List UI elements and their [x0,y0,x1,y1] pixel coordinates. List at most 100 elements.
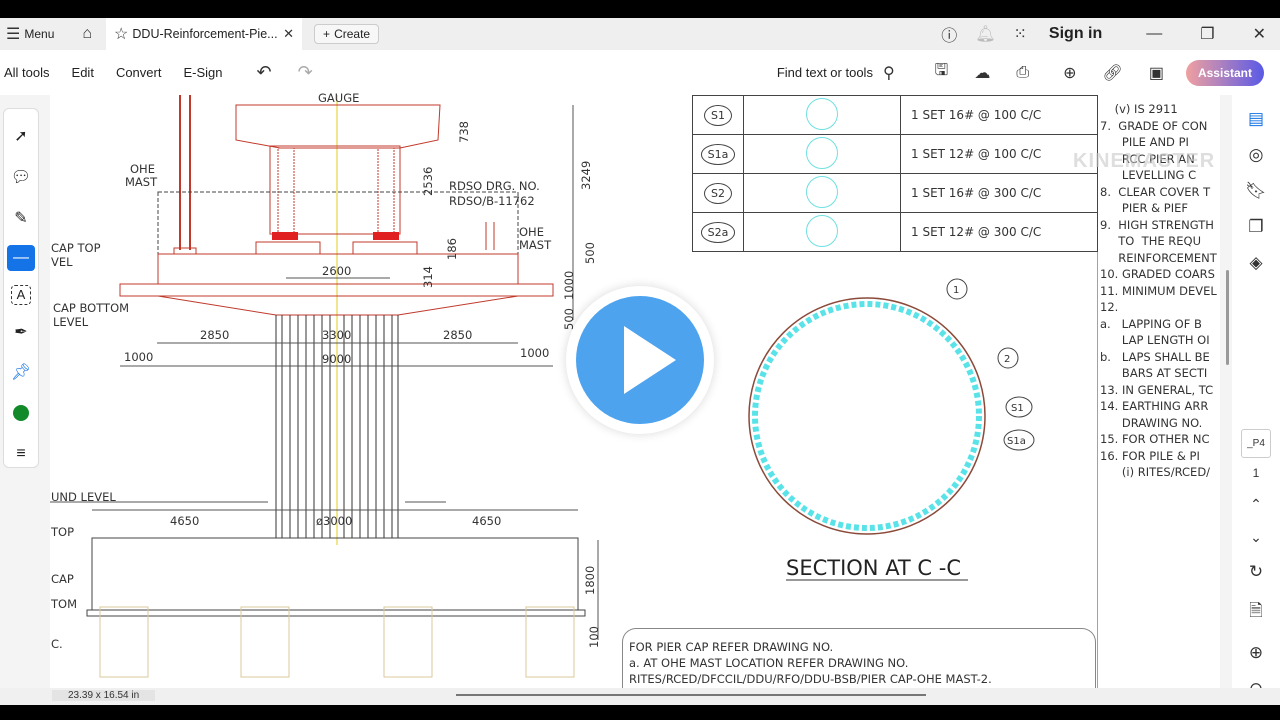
note-line: FOR PIER CAP REFER DRAWING NO. [629,640,834,654]
note-line: 16. FOR PILE & PI [1100,448,1200,463]
play-icon [624,326,676,394]
label-ground-level: UND LEVEL [51,490,116,504]
dim-2850-right: 2850 [443,328,472,342]
pin-icon[interactable]: 📌︎ [7,359,35,386]
note-line: (i) RITES/RCED/ [1100,465,1211,479]
revision-cloud-note: FOR PIER CAP REFER DRAWING NO. a. AT OHE… [622,628,1096,688]
note-line: PIER & PIEF [1100,201,1189,215]
dim-4650-right: 4650 [472,514,501,528]
video-play-button[interactable] [566,286,714,434]
note-line: b. LAPS SHALL BE [1100,349,1210,364]
dim-2850-left: 2850 [200,328,229,342]
label-ohe-mast-left: OHE [130,162,155,176]
page-down-icon[interactable]: ⌄ [1250,529,1262,546]
section-title: SECTION AT C -C [786,556,961,580]
dim-500-top: 500 [583,242,597,264]
label-ohe-mast-right-2: MAST [519,238,552,252]
note-line: REINFORCEMENT [1100,250,1217,265]
save-copy-icon[interactable]: 🗎 [1249,598,1263,627]
pile-cap [91,537,579,611]
note-line: TO THE REQU [1100,234,1201,248]
dim-1800: 1800 [583,566,597,595]
more-tools-icon[interactable]: ≡ [7,440,35,467]
bar-spec: 1 SET 16# @ 300 C/C [900,173,1098,213]
dim-314: 314 [421,266,435,288]
pages-icon[interactable]: ❐ [1248,217,1263,237]
note-line: PILE AND PI [1100,135,1189,149]
callout-1: 1 [953,285,959,296]
note-line: 9. HIGH STRENGTH [1100,217,1214,232]
bar-shape-icon [806,136,838,169]
line-tool-icon[interactable]: — [7,244,35,272]
reinforcement-schedule: S1 1 SET 16# @ 100 C/C S1a 1 SET 12# @ 100 … [692,95,1098,252]
status-bar: 23.39 x 16.54 in [0,688,1280,705]
bar-mark: S2a [700,221,736,243]
piles [99,606,575,678]
watermark: KINEMASTER [1073,150,1216,172]
note-line: 14. EARTHING ARR [1100,399,1209,413]
bar-spec: 1 SET 12# @ 300 C/C [900,212,1098,252]
note-line: 12. [1100,300,1119,314]
right-sidebar: ▤ ◎ 🔖︎ ❐ ◈ _P4 1 ⌃ ⌄ ↻ 🗎 ⊕ ⊖ [1232,95,1280,698]
note-line: 8. CLEAR COVER T [1100,184,1211,199]
dim-4650-left: 4650 [170,514,199,528]
page-thumbnail-label[interactable]: _P4 [1241,429,1271,458]
label-cap-bottom-2: LEVEL [53,315,89,329]
label-ohe-mast-right: OHE [519,225,544,239]
signature-pen-icon[interactable]: ✒ [7,319,35,346]
horizontal-scrollbar[interactable] [456,694,926,696]
note-line: 11. MINIMUM DEVEL [1100,283,1217,298]
page-up-icon[interactable]: ⌃ [1250,496,1262,513]
label-cap-top-2: VEL [51,255,73,269]
section-rebars [752,301,982,531]
note-line: LAP LENGTH OI [1100,333,1210,347]
rotate-icon[interactable]: ↻ [1249,562,1263,582]
bar-spec: 1 SET 12# @ 100 C/C [900,134,1098,174]
bar-shape-icon [806,97,838,130]
comment-tool-icon[interactable]: 💬︎ [7,164,35,191]
color-picker-icon[interactable] [7,400,35,427]
note-line: 10. GRADED COARS [1100,267,1215,281]
note-line: (v) IS 2911 [1100,102,1178,116]
label-tom: TOM [50,597,77,611]
pier-frame [269,145,401,235]
vertical-scrollbar[interactable] [1226,270,1229,365]
schedule-row: S1a 1 SET 12# @ 100 C/C [692,134,1098,174]
schedule-row: S1 1 SET 16# @ 100 C/C [692,95,1098,135]
label-cap-bottom: CAP BOTTOM [53,301,129,315]
dim-1000-left: 1000 [124,350,153,364]
label-rdso: RDSO DRG. NO. [449,179,540,193]
label-cap: CAP [51,572,74,586]
callout-s1: S1 [1011,403,1024,414]
section-outline [748,297,986,535]
note-line: a. LAPPING OF B [1100,316,1202,331]
bar-shape-icon [806,175,838,208]
note-line: BARS AT SECTI [1100,366,1208,380]
dim-186: 186 [445,238,459,260]
dim-pier-diameter: ø3000 [316,514,352,528]
page-number: 1 [1252,466,1260,480]
select-tool-icon[interactable]: ➚ [7,123,35,150]
dim-100: 100 [587,626,601,648]
left-tool-panel: ➚ 💬︎ ✎ — A ✒ 📌︎ ≡ [3,108,39,468]
note-line: DRAWING NO. [1100,415,1203,430]
dim-1000-vertical: 1000 [562,271,576,300]
note-line: 13. IN GENERAL, TC [1100,382,1214,397]
bookmarks-icon[interactable]: 🔖︎ [1245,181,1267,201]
bar-spec: 1 SET 16# @ 100 C/C [900,95,1098,135]
zoom-in-icon[interactable]: ⊕ [1249,643,1263,663]
comments-icon[interactable]: ◎ [1249,145,1264,165]
note-line: 15. FOR OTHER NC [1100,432,1210,446]
edit-pdf-icon[interactable]: ▤ [1248,109,1264,129]
bar-mark: S1 [704,104,732,126]
note-line: 7. GRADE OF CON [1100,118,1208,133]
label-c: C. [51,637,63,651]
callout-s1a: S1a [1007,436,1026,447]
dim-9000: 9000 [322,352,351,366]
schedule-row: S2 1 SET 16# @ 300 C/C [692,173,1098,213]
layers-icon[interactable]: ◈ [1249,253,1262,273]
highlight-pen-icon[interactable]: ✎ [7,204,35,231]
dim-1000-right: 1000 [520,346,549,360]
text-box-icon[interactable]: A [11,285,31,305]
label-gauge: GAUGE [318,91,359,105]
